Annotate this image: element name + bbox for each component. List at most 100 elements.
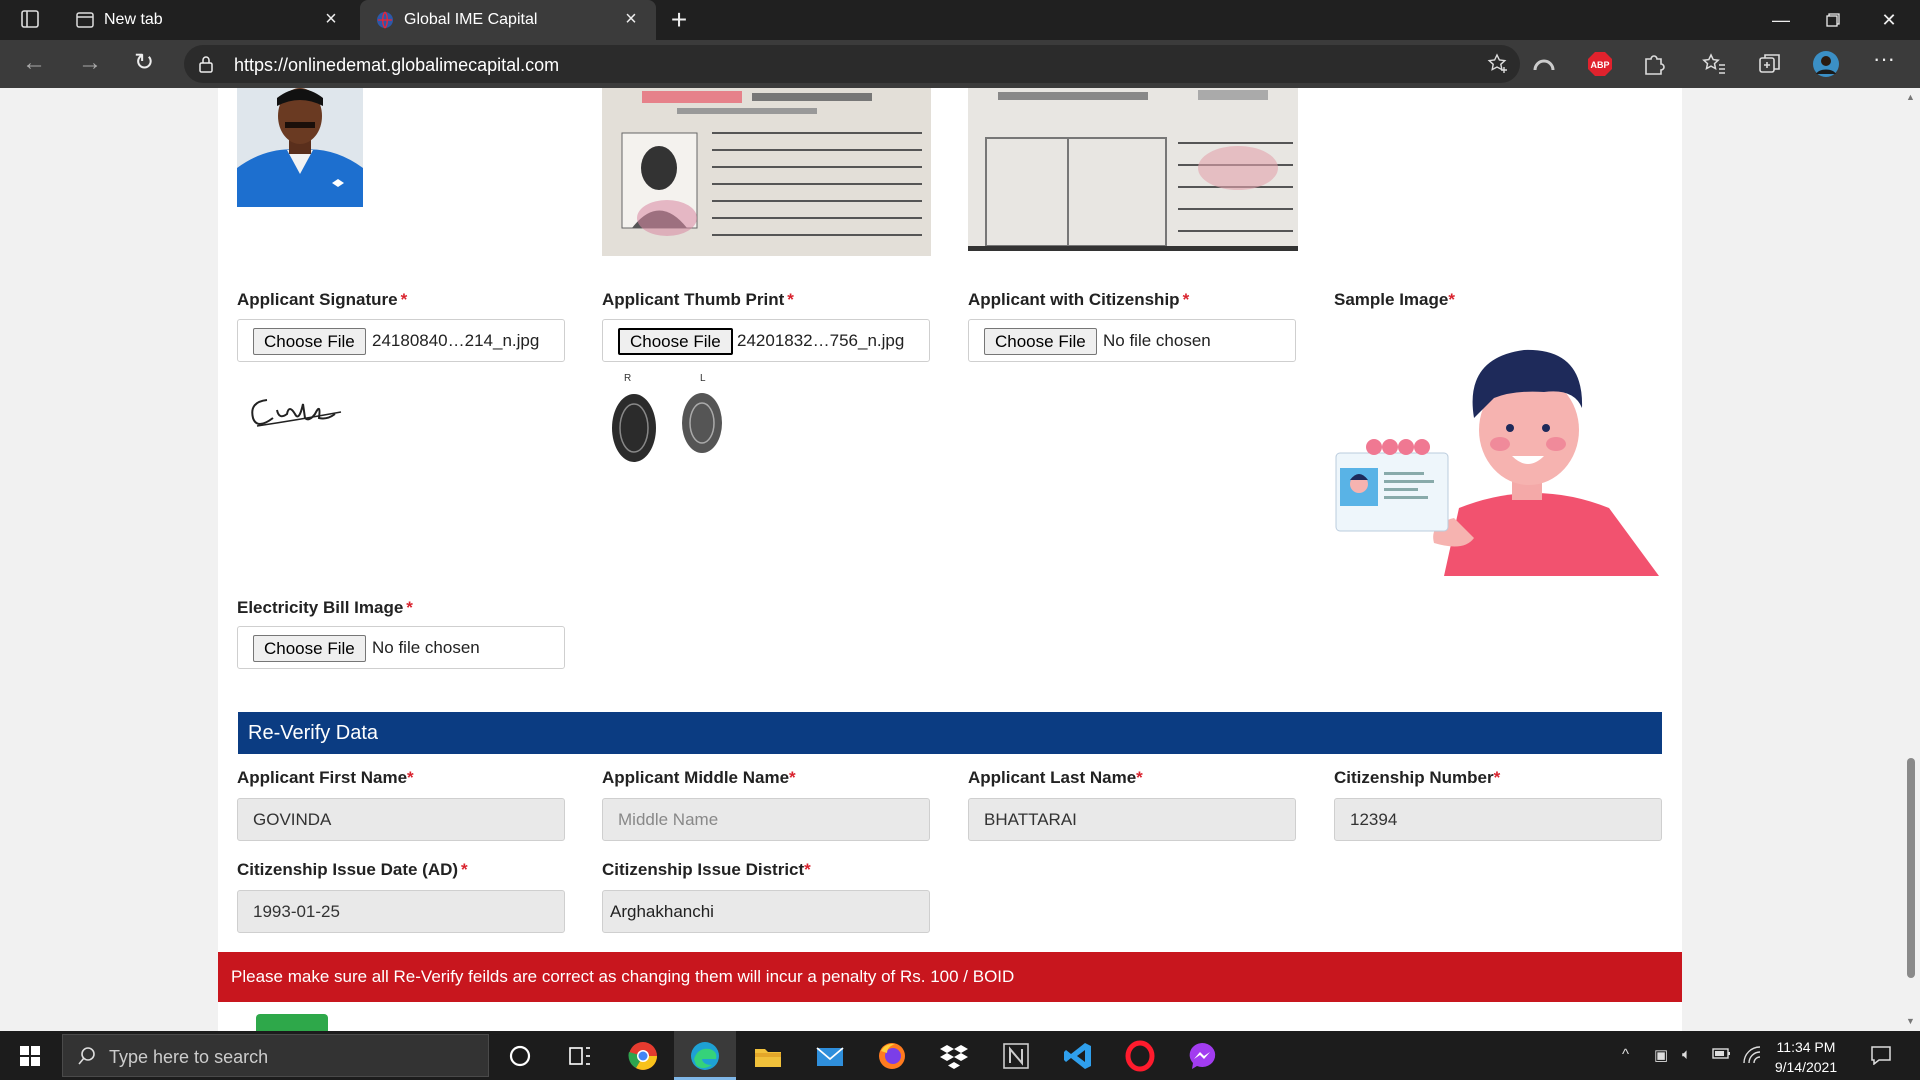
close-window-icon[interactable]: ✕ — [1866, 6, 1912, 34]
reverify-header: Re-Verify Data — [238, 712, 1662, 754]
taskbar-search-box[interactable]: Type here to search — [62, 1034, 489, 1077]
scroll-down-arrow-icon[interactable]: ▼ — [1906, 1016, 1915, 1026]
sample-image-label: Sample Image* — [1334, 290, 1455, 309]
issue-district-label: Citizenship Issue District* — [602, 860, 811, 879]
applicant-photo — [237, 88, 363, 207]
first-name-label: Applicant First Name* — [237, 768, 414, 787]
middle-name-input[interactable]: Middle Name — [602, 798, 930, 841]
refresh-icon[interactable]: ↻ — [126, 48, 162, 80]
svg-text:ABP: ABP — [1590, 60, 1609, 70]
show-hidden-icons-icon[interactable]: ^ — [1622, 1046, 1642, 1066]
tab-new-tab[interactable]: New tab × — [60, 0, 356, 40]
electricity-bill-choose-file-button[interactable]: Choose File — [253, 635, 366, 662]
clock-date: 9/14/2021 — [1774, 1059, 1838, 1075]
reverify-title: Re-Verify Data — [248, 722, 379, 744]
new-tab-button[interactable]: + — [664, 6, 694, 34]
volume-icon[interactable]: 🔈︎ — [1682, 1046, 1702, 1066]
browser-toolbar: ← → ↻ https://onlinedemat.globalimecapit… — [0, 40, 1920, 88]
restore-icon[interactable] — [1810, 6, 1856, 34]
thumb-print-choose-file-button[interactable]: Choose File — [618, 328, 733, 355]
issue-district-select[interactable]: Arghakhanchi — [602, 890, 930, 933]
signature-file-name: 24180840…214_n.jpg — [372, 331, 540, 350]
task-view-icon[interactable] — [563, 1039, 597, 1073]
browser-tab-bar: New tab × Global IME Capital × + — ✕ — [0, 0, 1920, 40]
submit-button[interactable] — [256, 1014, 328, 1031]
tab-close-icon[interactable]: × — [320, 8, 342, 30]
page-viewport: Applicant Signature * Choose File 2418084… — [0, 88, 1902, 1031]
first-name-input[interactable]: GOVINDA — [237, 798, 565, 841]
read-aloud-icon[interactable] — [1530, 50, 1558, 78]
with-citizenship-file-input[interactable]: Choose File No file chosen — [968, 319, 1296, 362]
collections-icon[interactable] — [1756, 50, 1784, 78]
citizenship-number-label: Citizenship Number* — [1334, 768, 1501, 787]
scroll-up-arrow-icon[interactable]: ▲ — [1906, 92, 1915, 102]
tab-title: New tab — [104, 11, 163, 28]
with-citizenship-file-name: No file chosen — [1103, 331, 1211, 350]
middle-name-label: Applicant Middle Name* — [602, 768, 796, 787]
more-menu-icon[interactable]: ··· — [1870, 48, 1898, 78]
last-name-input[interactable]: BHATTARAI — [968, 798, 1296, 841]
page-scrollbar[interactable]: ▲ ▼ — [1902, 88, 1920, 1031]
profile-avatar-icon[interactable] — [1812, 50, 1840, 78]
address-bar[interactable]: https://onlinedemat.globalimecapital.com — [184, 45, 1520, 83]
firefox-icon[interactable] — [875, 1039, 909, 1073]
wifi-icon[interactable] — [1742, 1046, 1762, 1066]
thumb-print-file-input[interactable]: Choose File 24201832…756_n.jpg — [602, 319, 930, 362]
search-icon — [77, 1046, 97, 1066]
extensions-puzzle-icon[interactable] — [1640, 50, 1668, 78]
dropbox-icon[interactable] — [937, 1039, 971, 1073]
lock-icon[interactable] — [198, 55, 214, 73]
form-card: Applicant Signature * Choose File 2418084… — [218, 88, 1682, 1031]
add-favorite-icon[interactable] — [1486, 52, 1510, 76]
windows-start-icon[interactable] — [8, 1039, 52, 1073]
signature-preview — [237, 374, 347, 442]
electricity-bill-file-input[interactable]: Choose File No file chosen — [237, 626, 565, 669]
notification-center-icon[interactable] — [1870, 1045, 1892, 1066]
penalty-warning: Please make sure all Re-Verify feilds ar… — [218, 952, 1682, 1002]
file-explorer-icon[interactable] — [751, 1039, 785, 1073]
citizenship-back-image — [968, 88, 1298, 251]
chrome-icon[interactable] — [626, 1039, 660, 1073]
system-clock[interactable]: 11:34 PM 9/14/2021 — [1766, 1037, 1846, 1077]
sample-image-illustration — [1334, 338, 1659, 576]
notion-icon[interactable] — [999, 1039, 1033, 1073]
with-citizenship-label: Applicant with Citizenship * — [968, 290, 1190, 309]
citizenship-front-image — [602, 88, 931, 256]
vscode-icon[interactable] — [1061, 1039, 1095, 1073]
clock-time: 11:34 PM — [1776, 1039, 1836, 1055]
minimize-icon[interactable]: — — [1758, 6, 1804, 34]
opera-icon[interactable] — [1123, 1039, 1157, 1073]
penalty-warning-text: Please make sure all Re-Verify feilds ar… — [231, 967, 1015, 986]
signature-choose-file-button[interactable]: Choose File — [253, 328, 366, 355]
messenger-icon[interactable] — [1185, 1039, 1219, 1073]
electricity-bill-file-name: No file chosen — [372, 638, 480, 657]
thumb-print-label: Applicant Thumb Print * — [602, 290, 794, 309]
windows-taskbar: Type here to search ^ ▣ 🔈︎ 11:34 PM 9/14… — [0, 1031, 1920, 1080]
back-icon[interactable]: ← — [16, 48, 52, 80]
signature-file-input[interactable]: Choose File 24180840…214_n.jpg — [237, 319, 565, 362]
citizenship-number-input[interactable]: 12394 — [1334, 798, 1662, 841]
search-placeholder: Type here to search — [109, 1047, 269, 1067]
scrollbar-thumb[interactable] — [1907, 758, 1915, 978]
new-tab-icon — [76, 11, 94, 29]
tab-title: Global IME Capital — [404, 11, 538, 28]
mail-icon[interactable] — [813, 1039, 847, 1073]
issue-date-input[interactable]: 1993-01-25 — [237, 890, 565, 933]
thumb-print-preview: R L — [602, 373, 728, 478]
tab-global-ime-capital[interactable]: Global IME Capital × — [360, 0, 656, 40]
cortana-icon[interactable] — [503, 1039, 537, 1073]
device-icon[interactable]: ▣ — [1654, 1046, 1674, 1066]
tab-actions-icon[interactable] — [14, 8, 46, 32]
globe-favicon-icon — [376, 11, 394, 29]
edge-icon[interactable] — [688, 1039, 722, 1073]
signature-label: Applicant Signature * — [237, 290, 408, 309]
thumb-print-file-name: 24201832…756_n.jpg — [737, 331, 905, 350]
forward-icon[interactable]: → — [72, 48, 108, 80]
url-text[interactable]: https://onlinedemat.globalimecapital.com — [234, 55, 559, 76]
battery-icon[interactable] — [1712, 1046, 1732, 1066]
abp-icon[interactable]: ABP — [1586, 50, 1614, 78]
favorites-icon[interactable] — [1700, 50, 1728, 78]
with-citizenship-choose-file-button[interactable]: Choose File — [984, 328, 1097, 355]
tab-close-icon[interactable]: × — [620, 8, 642, 30]
issue-date-label: Citizenship Issue Date (AD) * — [237, 860, 468, 879]
